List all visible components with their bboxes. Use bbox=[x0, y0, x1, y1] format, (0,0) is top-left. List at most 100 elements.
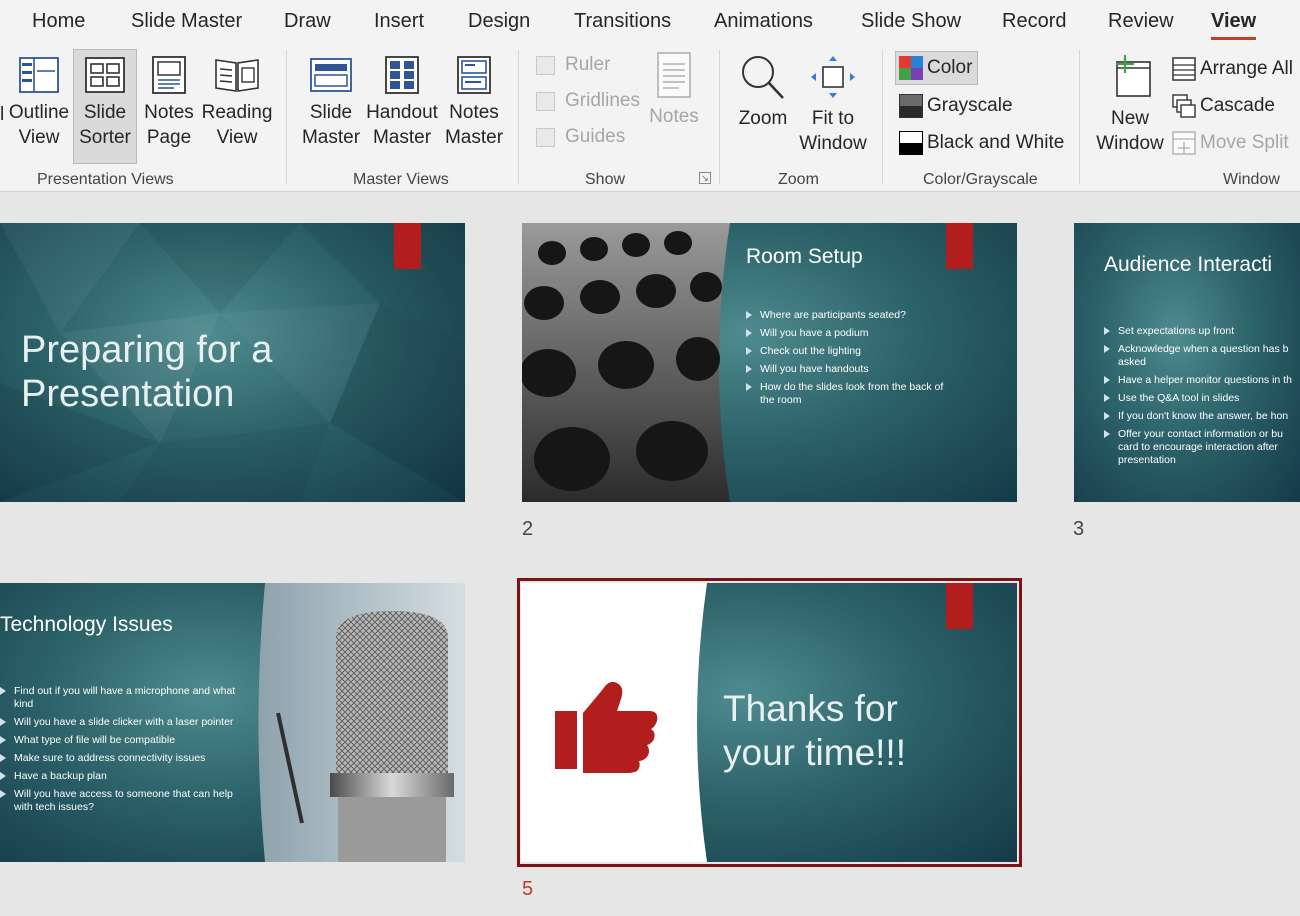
tab-transitions[interactable]: Transitions bbox=[574, 10, 671, 33]
notes-master-label-2: Master bbox=[444, 127, 504, 148]
slide-4-bullet: Make sure to address connectivity issues bbox=[0, 752, 240, 765]
slide-4-bullet: Will you have access to someone that can… bbox=[0, 788, 240, 814]
slide-4-bullet: What type of file will be compatible bbox=[0, 734, 240, 747]
arrange-all-label: Arrange All bbox=[1200, 58, 1293, 79]
handout-master-label-1: Handout bbox=[366, 102, 438, 123]
slide-thumbnail-5[interactable]: Thanks for your time!!! bbox=[521, 583, 1017, 862]
slide-master-icon bbox=[310, 58, 352, 92]
black-and-white-label: Black and White bbox=[927, 132, 1065, 153]
group-label-master-views: Master Views bbox=[353, 171, 449, 188]
slide-thumbnail-2[interactable]: Room Setup Where are participants seated… bbox=[522, 223, 1017, 502]
slide-1-title-line-1: Preparing for a bbox=[21, 329, 273, 371]
slide-sorter-label-1: Slide bbox=[83, 102, 127, 123]
slide-accent-tab bbox=[946, 583, 973, 629]
slide-3-bullet: Offer your contact information or bu car… bbox=[1104, 428, 1300, 467]
ribbon: l Outline View Slide Sorter Notes Page R… bbox=[0, 44, 1300, 192]
magnifier-icon bbox=[742, 56, 784, 99]
group-label-show: Show bbox=[585, 171, 626, 188]
normal-view-label: l bbox=[0, 104, 5, 125]
ruler-checkbox-box bbox=[536, 55, 555, 75]
black-and-white-button[interactable]: Black and White bbox=[899, 131, 1064, 155]
slide-2-bullet: Where are participants seated? bbox=[746, 309, 946, 322]
reading-view-label-2: View bbox=[216, 127, 258, 148]
slide-1-title-line-2: Presentation bbox=[21, 373, 235, 415]
notes-page-button[interactable]: Notes Page bbox=[140, 56, 198, 150]
slide-number-2: 2 bbox=[522, 518, 534, 540]
move-split-label: Move Split bbox=[1200, 132, 1289, 153]
slide-4-bullet: Will you have a slide clicker with a las… bbox=[0, 716, 240, 729]
color-label: Color bbox=[927, 57, 973, 78]
reading-view-button[interactable]: Reading View bbox=[201, 56, 273, 150]
tab-review[interactable]: Review bbox=[1108, 10, 1174, 33]
notes-button[interactable]: Notes bbox=[646, 52, 702, 129]
color-swatch-icon bbox=[899, 56, 923, 80]
slide-master-label-1: Slide bbox=[309, 102, 353, 123]
gridlines-checkbox[interactable]: Gridlines bbox=[536, 90, 640, 112]
active-tab-underline bbox=[1211, 37, 1257, 40]
tab-record[interactable]: Record bbox=[1002, 10, 1066, 33]
slide-1-title: Preparing for a Presentation bbox=[21, 328, 272, 416]
grayscale-label: Grayscale bbox=[927, 95, 1013, 116]
outline-view-button[interactable]: Outline View bbox=[8, 56, 70, 150]
tab-view[interactable]: View bbox=[1211, 10, 1257, 40]
new-window-button[interactable]: New Window bbox=[1093, 54, 1167, 156]
ruler-checkbox[interactable]: Ruler bbox=[536, 54, 610, 76]
slide-thumbnail-4[interactable]: Technology Issues Find out if you will h… bbox=[0, 583, 465, 862]
slide-sorter-area: Preparing for a Presentation Room Setup … bbox=[0, 192, 1300, 916]
group-label-presentation-views: Presentation Views bbox=[37, 171, 174, 188]
guides-label: Guides bbox=[565, 126, 626, 147]
group-separator bbox=[882, 50, 883, 184]
slide-sorter-label-2: Sorter bbox=[79, 127, 131, 148]
tab-insert[interactable]: Insert bbox=[374, 10, 424, 33]
new-window-label-2: Window bbox=[1096, 133, 1164, 154]
normal-view-button[interactable]: l bbox=[0, 102, 8, 127]
group-label-zoom: Zoom bbox=[778, 171, 819, 188]
ribbon-tab-bar: Home Slide Master Draw Insert Design Tra… bbox=[0, 0, 1300, 44]
new-window-icon bbox=[1116, 55, 1151, 97]
slide-5-title-line-2: your time!!! bbox=[723, 732, 906, 773]
slide-2-bullet: Will you have a podium bbox=[746, 327, 946, 340]
move-split-button[interactable]: Move Split bbox=[1172, 131, 1289, 155]
slide-5-title-line-1: Thanks for bbox=[723, 688, 898, 729]
zoom-button[interactable]: Zoom bbox=[733, 54, 793, 131]
slide-2-bullet: Will you have handouts bbox=[746, 363, 946, 376]
slide-4-bullets: Find out if you will have a microphone a… bbox=[0, 685, 240, 819]
tab-slide-show[interactable]: Slide Show bbox=[861, 10, 961, 33]
slide-5-title: Thanks for your time!!! bbox=[723, 687, 906, 775]
show-dialog-launcher-icon[interactable]: ↘ bbox=[699, 172, 711, 184]
slide-master-button[interactable]: Slide Master bbox=[300, 56, 362, 150]
cascade-button[interactable]: Cascade bbox=[1172, 94, 1275, 118]
handout-master-icon bbox=[385, 56, 419, 94]
tab-animations[interactable]: Animations bbox=[714, 10, 813, 33]
slide-sorter-button[interactable]: Slide Sorter bbox=[73, 49, 137, 164]
tab-draw[interactable]: Draw bbox=[284, 10, 331, 33]
guides-checkbox[interactable]: Guides bbox=[536, 126, 625, 148]
slide-2-bullet: How do the slides look from the back of … bbox=[746, 381, 946, 407]
slide-accent-tab bbox=[946, 223, 973, 269]
tab-design[interactable]: Design bbox=[468, 10, 530, 33]
move-split-icon bbox=[1172, 131, 1196, 155]
notes-icon bbox=[657, 52, 691, 98]
fit-to-window-button[interactable]: Fit to Window bbox=[796, 54, 870, 156]
color-button[interactable]: Color bbox=[895, 51, 979, 85]
outline-view-label-2: View bbox=[18, 127, 60, 148]
slide-thumbnail-1[interactable]: Preparing for a Presentation bbox=[0, 223, 465, 502]
grayscale-button[interactable]: Grayscale bbox=[899, 94, 1013, 118]
tab-slide-master[interactable]: Slide Master bbox=[131, 10, 242, 33]
arrange-all-icon bbox=[1172, 57, 1196, 81]
notes-page-label-2: Page bbox=[146, 127, 192, 148]
slide-3-bullet: Set expectations up front bbox=[1104, 325, 1300, 338]
tab-home[interactable]: Home bbox=[32, 10, 85, 33]
arrange-all-button[interactable]: Arrange All bbox=[1172, 57, 1293, 81]
new-window-label-1: New bbox=[1110, 108, 1149, 129]
slide-thumbnail-3[interactable]: Audience Interacti Set expectations up f… bbox=[1074, 223, 1300, 502]
slide-master-label-2: Master bbox=[301, 127, 361, 148]
notes-master-button[interactable]: Notes Master bbox=[443, 56, 505, 150]
black-and-white-icon bbox=[899, 131, 923, 155]
slide-4-bullet: Have a backup plan bbox=[0, 770, 240, 783]
group-separator bbox=[518, 50, 519, 184]
handout-master-button[interactable]: Handout Master bbox=[364, 56, 440, 150]
reading-view-icon bbox=[215, 59, 259, 92]
slide-3-bullet: Have a helper monitor questions in th bbox=[1104, 374, 1300, 387]
grayscale-icon bbox=[899, 94, 923, 118]
